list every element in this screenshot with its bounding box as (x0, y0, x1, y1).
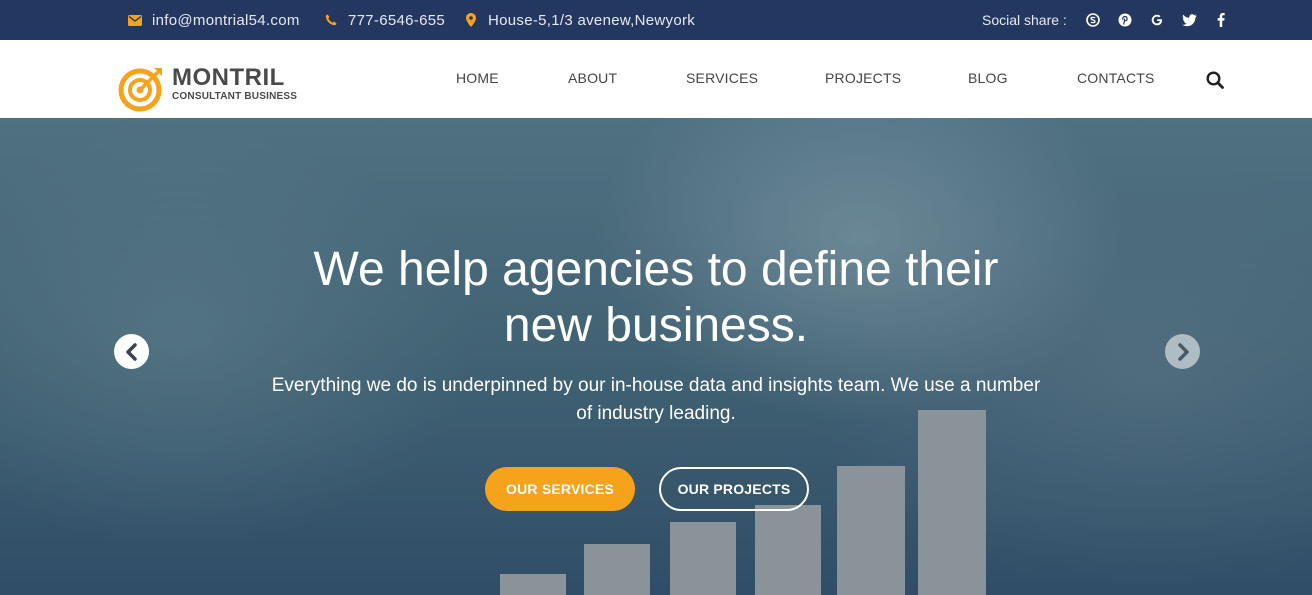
hero-headline: We help agencies to define their new bus… (313, 243, 999, 352)
top-bar: info@montrial54.com 777-6546-655 House-5… (0, 0, 1312, 40)
social-icons (1085, 0, 1229, 40)
nav-blog[interactable]: BLOG (968, 70, 1008, 86)
hero-slider: We help agencies to define their new bus… (0, 118, 1312, 595)
target-logo-icon (118, 68, 162, 112)
phone-icon (324, 13, 338, 27)
google-icon[interactable] (1149, 12, 1165, 28)
email-contact[interactable]: info@montrial54.com (128, 0, 300, 40)
phone-text: 777-6546-655 (348, 11, 446, 29)
pinterest-icon[interactable] (1117, 12, 1133, 28)
envelope-icon (128, 13, 142, 27)
logo[interactable]: MONTRIL CONSULTANT BUSINESS (118, 62, 297, 112)
map-pin-icon (464, 13, 478, 27)
phone-contact[interactable]: 777-6546-655 (324, 0, 445, 40)
twitter-icon[interactable] (1181, 12, 1197, 28)
nav-services[interactable]: SERVICES (686, 70, 758, 86)
nav-contacts[interactable]: CONTACTS (1077, 70, 1155, 86)
nav-about[interactable]: ABOUT (568, 70, 617, 86)
site-header: MONTRIL CONSULTANT BUSINESS HOME ABOUT S… (0, 40, 1312, 118)
logo-title: MONTRIL (172, 64, 285, 91)
slider-prev-button[interactable] (114, 334, 149, 369)
facebook-icon[interactable] (1213, 12, 1229, 28)
logo-subtitle: CONSULTANT BUSINESS (172, 91, 298, 102)
social-share-label: Social share : (982, 12, 1067, 28)
search-icon[interactable] (1206, 71, 1224, 89)
skype-icon[interactable] (1085, 12, 1101, 28)
address-contact: House-5,1/3 avenew,Newyork (464, 0, 695, 40)
nav-projects[interactable]: PROJECTS (825, 70, 901, 86)
our-projects-button[interactable]: OUR PROJECTS (659, 467, 809, 511)
chevron-right-icon (1177, 342, 1189, 361)
hero-subtext: Everything we do is underpinned by our i… (271, 375, 1041, 424)
slider-next-button[interactable] (1165, 334, 1200, 369)
email-text: info@montrial54.com (152, 11, 300, 29)
nav-home[interactable]: HOME (456, 70, 499, 86)
address-text: House-5,1/3 avenew,Newyork (488, 11, 696, 29)
our-services-button[interactable]: OUR SERVICES (485, 467, 635, 511)
chevron-left-icon (125, 342, 137, 361)
